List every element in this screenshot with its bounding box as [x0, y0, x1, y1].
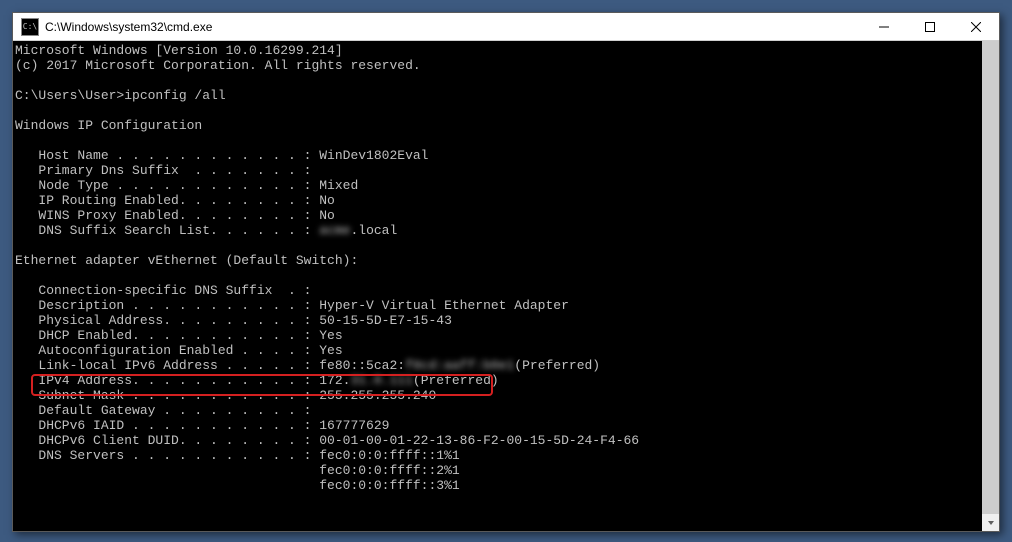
node-type-line: Node Type . . . . . . . . . . . . : Mixe… [15, 178, 358, 193]
cmd-icon: C:\ [21, 18, 39, 36]
window-title: C:\Windows\system32\cmd.exe [45, 20, 861, 34]
dhcpv6-duid-line: DHCPv6 Client DUID. . . . . . . . : 00-0… [15, 433, 639, 448]
ipv4-line: IPv4 Address. . . . . . . . . . . : 172.… [15, 373, 499, 388]
autoconfig-line: Autoconfiguration Enabled . . . . : Yes [15, 343, 343, 358]
dns-servers-line: fec0:0:0:ffff::2%1 [15, 463, 460, 478]
description-line: Description . . . . . . . . . . . : Hype… [15, 298, 569, 313]
ipv6-line: Link-local IPv6 Address . . . . . : fe80… [15, 358, 600, 373]
physical-address-line: Physical Address. . . . . . . . . : 50-1… [15, 313, 452, 328]
host-name-line: Host Name . . . . . . . . . . . . : WinD… [15, 148, 428, 163]
ip-routing-line: IP Routing Enabled. . . . . . . . : No [15, 193, 335, 208]
conn-specific-line: Connection-specific DNS Suffix . : [15, 283, 311, 298]
prompt-line: C:\Users\User>ipconfig /all [15, 88, 226, 103]
dhcpv6-iaid-line: DHCPv6 IAID . . . . . . . . . . . : 1677… [15, 418, 389, 433]
primary-dns-line: Primary Dns Suffix . . . . . . . : [15, 163, 311, 178]
line: Microsoft Windows [Version 10.0.16299.21… [15, 43, 343, 58]
adapter-header: Ethernet adapter vEthernet (Default Swit… [15, 253, 358, 268]
dhcp-enabled-line: DHCP Enabled. . . . . . . . . . . : Yes [15, 328, 343, 343]
minimize-button[interactable] [861, 13, 907, 41]
window-controls [861, 13, 999, 40]
line: (c) 2017 Microsoft Corporation. All righ… [15, 58, 421, 73]
section-header: Windows IP Configuration [15, 118, 202, 133]
maximize-button[interactable] [907, 13, 953, 41]
subnet-mask-line: Subnet Mask . . . . . . . . . . . : 255.… [15, 388, 436, 403]
default-gateway-line: Default Gateway . . . . . . . . . : [15, 403, 311, 418]
scroll-thumb[interactable] [982, 41, 999, 531]
terminal-area[interactable]: Microsoft Windows [Version 10.0.16299.21… [13, 41, 999, 531]
dns-servers-line: fec0:0:0:ffff::3%1 [15, 478, 460, 493]
scroll-down-button[interactable] [982, 514, 999, 531]
dns-servers-line: DNS Servers . . . . . . . . . . . : fec0… [15, 448, 460, 463]
dns-suffix-line: DNS Suffix Search List. . . . . . : acme… [15, 223, 397, 238]
titlebar[interactable]: C:\ C:\Windows\system32\cmd.exe [13, 13, 999, 41]
terminal-output: Microsoft Windows [Version 10.0.16299.21… [13, 41, 999, 495]
cmd-window: C:\ C:\Windows\system32\cmd.exe Microsof… [12, 12, 1000, 532]
close-button[interactable] [953, 13, 999, 41]
wins-proxy-line: WINS Proxy Enabled. . . . . . . . : No [15, 208, 335, 223]
vertical-scrollbar[interactable] [982, 41, 999, 531]
